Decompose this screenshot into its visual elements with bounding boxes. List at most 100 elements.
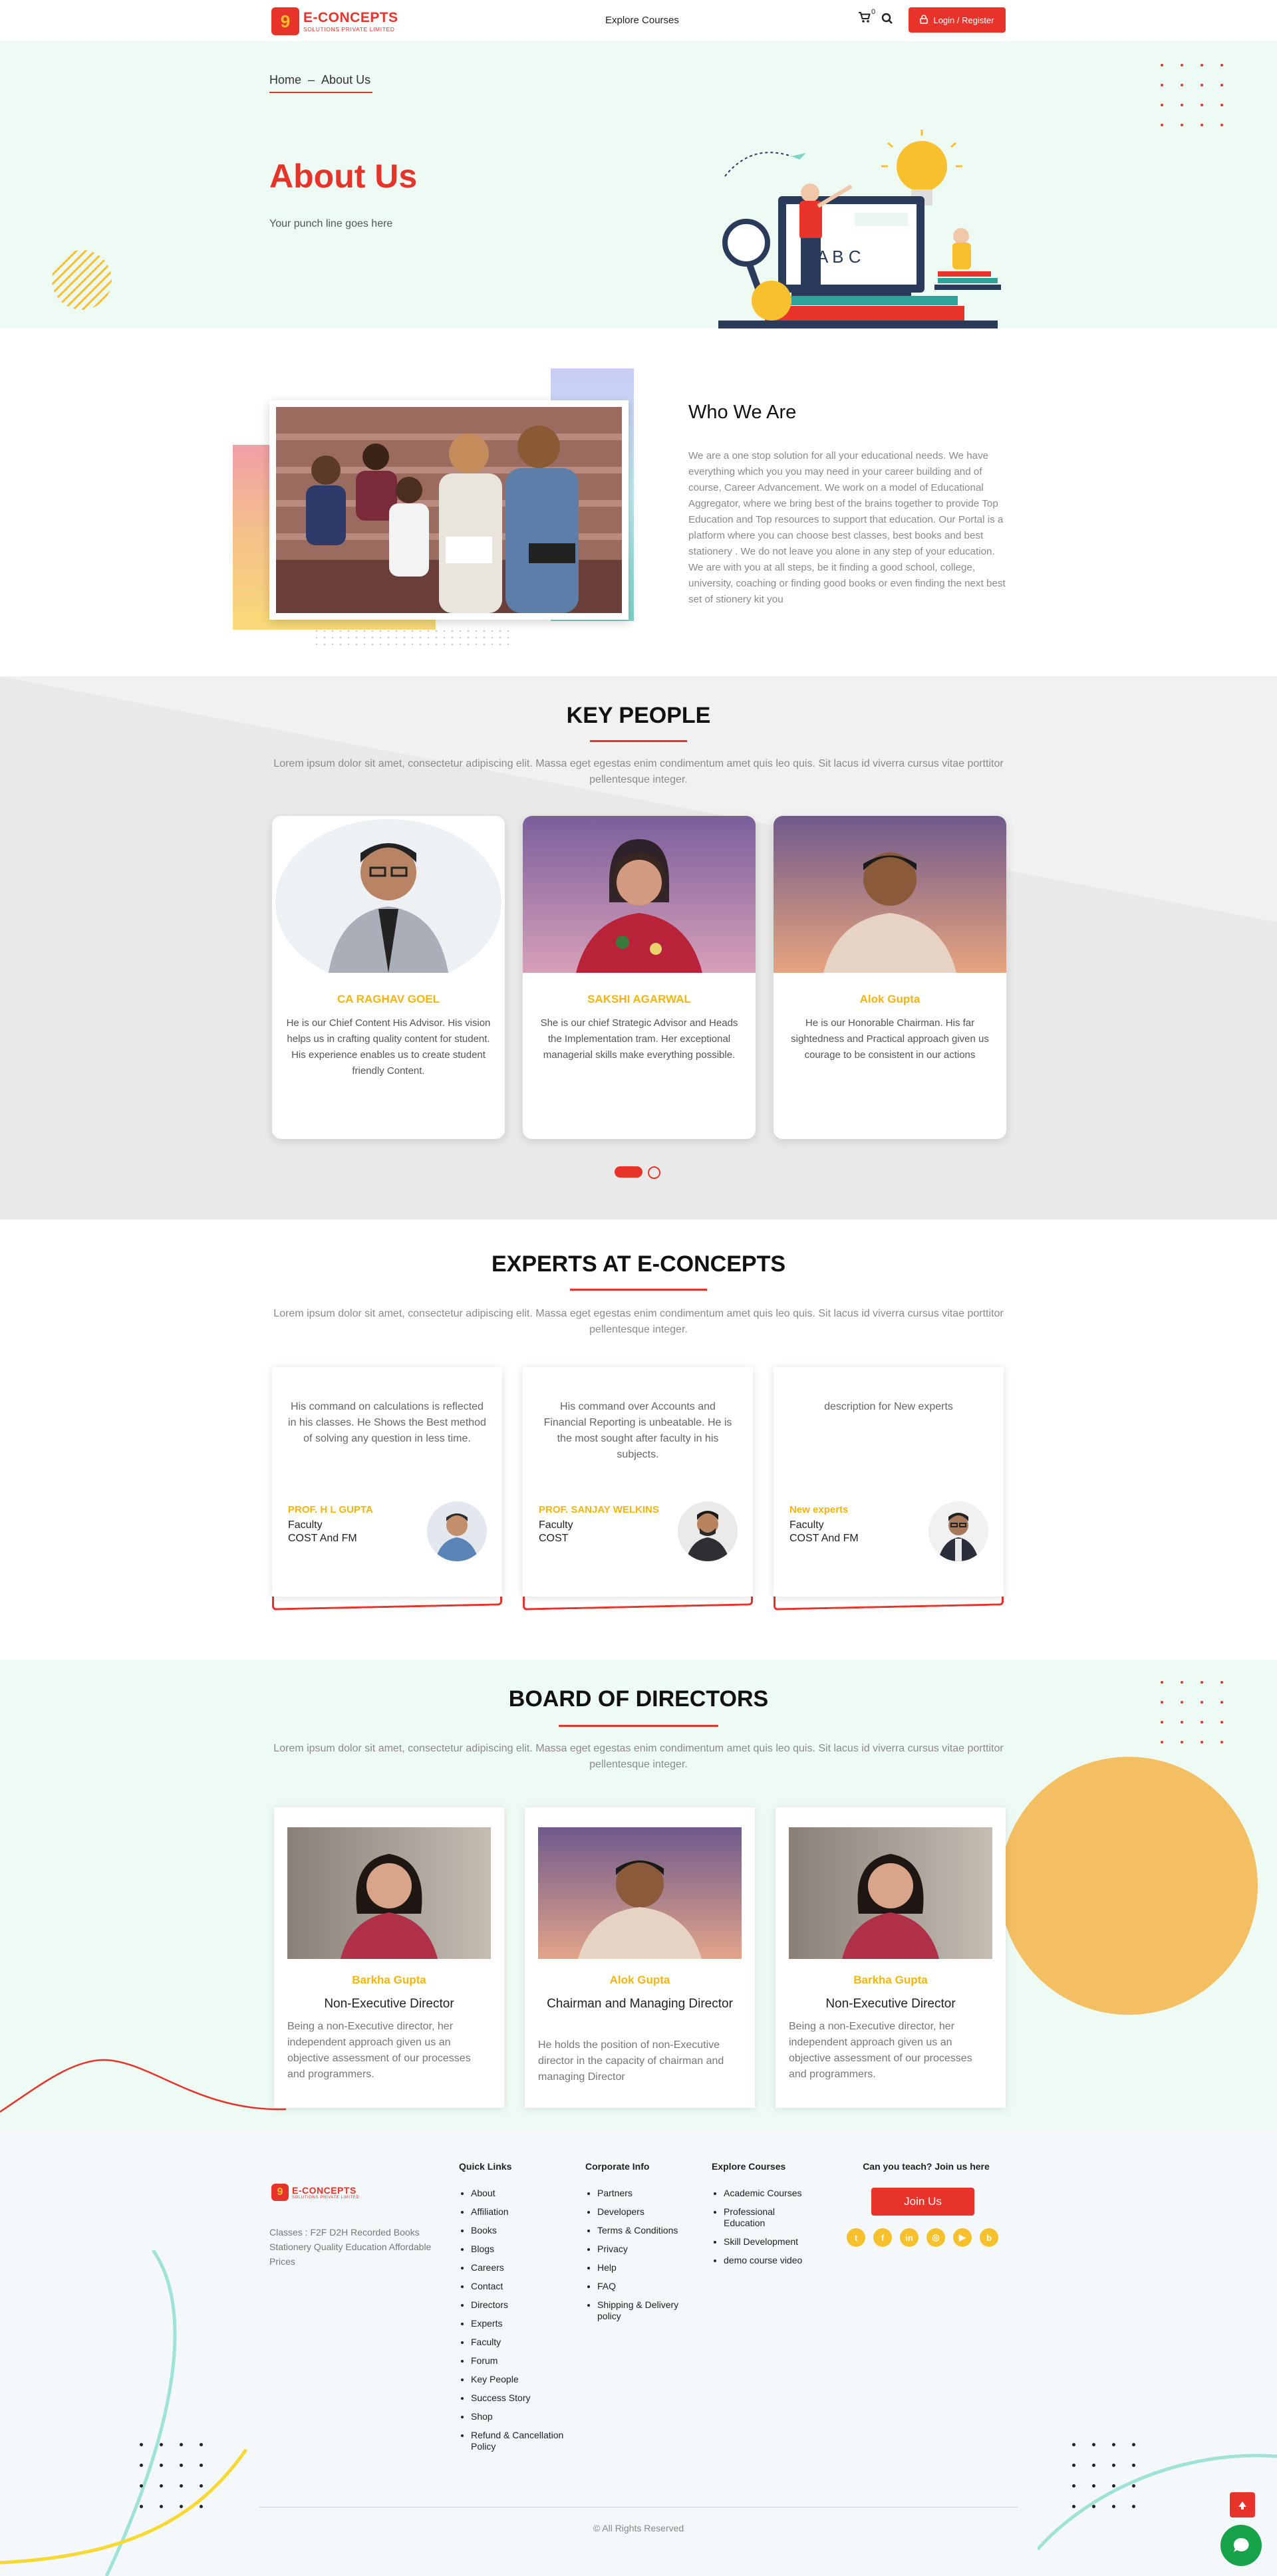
board-member-name: Barkha Gupta [853, 1974, 928, 1986]
quick-links-link[interactable]: Experts [471, 2318, 572, 2329]
yellow-circle-decoration [1000, 1757, 1258, 2015]
cart-icon[interactable] [858, 11, 873, 26]
explore-courses-link[interactable]: demo course video [724, 2255, 818, 2266]
quick-links-link[interactable]: Blogs [471, 2244, 572, 2255]
corporate-info-link[interactable]: Terms & Conditions [597, 2225, 698, 2236]
key-people-desc: Lorem ipsum dolor sit amet, consectetur … [273, 758, 1004, 785]
expert-name: PROF. H L GUPTA [288, 1504, 373, 1515]
expert-name: PROF. SANJAY WELKINS [539, 1504, 659, 1515]
board-member-photo [287, 1827, 491, 1959]
expert-role-subject: COST And FM [789, 1533, 859, 1544]
board-member-name: Barkha Gupta [352, 1974, 426, 1986]
carousel-dot[interactable] [648, 1166, 660, 1179]
who-we-are-text: We are a one stop solution for all your … [688, 450, 1006, 605]
login-register-button[interactable]: Login / Register [909, 7, 1006, 33]
quick-links-link[interactable]: Careers [471, 2262, 572, 2273]
blog-icon[interactable]: b [980, 2228, 998, 2247]
key-people-title: KEY PEOPLE [566, 703, 711, 728]
corporate-info-title: Corporate Info [585, 2161, 650, 2172]
corporate-info-link[interactable]: FAQ [597, 2281, 698, 2292]
corporate-info-link[interactable]: Help [597, 2262, 698, 2273]
key-person-name: CA RAGHAV GOEL [337, 993, 440, 1005]
footer-logo[interactable]: 9 E-CONCEPTS SOLUTIONS PRIVATE LIMITED [271, 2184, 359, 2201]
corporate-info-link[interactable]: Developers [597, 2206, 698, 2218]
key-person-desc: He is our Chief Content His Advisor. His… [286, 1017, 491, 1077]
logo-title: E-CONCEPTS [303, 10, 398, 25]
quick-links-link[interactable]: Contact [471, 2281, 572, 2292]
explore-courses-list: Academic Courses Professional Education Sk… [712, 2188, 818, 2273]
key-people-underline [590, 740, 687, 742]
linkedin-icon[interactable]: in [900, 2228, 919, 2247]
key-people-carousel: CA RAGHAV GOEL He is our Chief Content H… [272, 816, 1006, 1139]
breadcrumb-home[interactable]: Home [269, 73, 301, 87]
expert-card[interactable]: His command on calculations is reflected… [272, 1367, 502, 1613]
quick-links-link[interactable]: Refund & Cancellation Policy [471, 2430, 572, 2452]
footer-tagline: Classes : F2F D2H Recorded Books Station… [269, 2227, 432, 2267]
quick-links-link[interactable]: Directors [471, 2299, 572, 2311]
search-icon[interactable] [881, 13, 893, 28]
carousel-dot-active[interactable] [615, 1166, 642, 1178]
who-we-are-title: Who We Are [688, 402, 797, 423]
key-person-card[interactable]: SAKSHI AGARWAL She is our chief Strategi… [523, 816, 756, 1139]
scroll-to-top-button[interactable] [1230, 2492, 1255, 2517]
quick-links-link[interactable]: Affiliation [471, 2206, 572, 2218]
board-member-title: Chairman and Managing Director [547, 1997, 733, 2011]
key-person-name: Alok Gupta [859, 993, 921, 1005]
experts-underline [570, 1289, 707, 1291]
twitter-icon[interactable]: t [847, 2228, 865, 2247]
explore-courses-link[interactable]: Academic Courses [724, 2188, 818, 2199]
instagram-icon[interactable]: ◎ [926, 2228, 945, 2247]
youtube-icon[interactable]: ▶ [953, 2228, 972, 2247]
join-us-button[interactable]: Join Us [871, 2188, 974, 2216]
key-person-photo [774, 816, 1006, 973]
chat-button[interactable] [1220, 2525, 1262, 2566]
gradient-block-left [233, 445, 271, 630]
key-person-name: SAKSHI AGARWAL [587, 993, 691, 1005]
experts-desc: Lorem ipsum dolor sit amet, consectetur … [273, 1308, 1004, 1335]
board-member-card[interactable]: Barkha Gupta Non-Executive Director Bein… [274, 1807, 504, 2108]
experts-title: EXPERTS AT E-CONCEPTS [491, 1251, 786, 1277]
expert-role: Faculty COST [539, 1519, 573, 1545]
quick-links-link[interactable]: About [471, 2188, 572, 2199]
expert-name: New experts [789, 1504, 849, 1515]
expert-desc: His command over Accounts and Financial … [543, 1401, 732, 1460]
corporate-info-link[interactable]: Privacy [597, 2244, 698, 2255]
expert-role-subject: COST [539, 1533, 569, 1544]
key-person-photo [523, 816, 756, 973]
board-desc: Lorem ipsum dolor sit amet, consectetur … [273, 1743, 1004, 1770]
quick-links-link[interactable]: Success Story [471, 2392, 572, 2404]
who-we-are-section: Who We Are We are a one stop solution fo… [0, 328, 1277, 676]
board-member-photo [538, 1827, 742, 1959]
expert-card[interactable]: His command over Accounts and Financial … [523, 1367, 753, 1613]
logo[interactable]: 9 E-CONCEPTS SOLUTIONS PRIVATE LIMITED [271, 7, 398, 35]
corporate-info-link[interactable]: Partners [597, 2188, 698, 2199]
breadcrumb-current: About Us [321, 73, 371, 86]
explore-courses-link[interactable]: Professional Education [724, 2206, 818, 2229]
expert-role-title: Faculty [288, 1519, 323, 1531]
corporate-info-link[interactable]: Shipping & Delivery policy [597, 2299, 698, 2322]
explore-courses-link[interactable]: Skill Development [724, 2236, 818, 2248]
quick-links-link[interactable]: Forum [471, 2355, 572, 2367]
expert-role-title: Faculty [539, 1519, 573, 1531]
expert-card[interactable]: description for New experts New experts … [774, 1367, 1004, 1613]
board-underline [559, 1725, 718, 1727]
board-member-card[interactable]: Barkha Gupta Non-Executive Director Bein… [776, 1807, 1006, 2108]
facebook-icon[interactable]: f [873, 2228, 892, 2247]
quick-links-link[interactable]: Key People [471, 2374, 572, 2385]
key-person-card[interactable]: Alok Gupta He is our Honorable Chairman.… [774, 816, 1006, 1139]
teach-title: Can you teach? Join us here [863, 2161, 990, 2172]
punch-line: Your punch line goes here [269, 218, 393, 229]
expert-role-title: Faculty [789, 1519, 824, 1531]
key-person-card[interactable]: CA RAGHAV GOEL He is our Chief Content H… [272, 816, 505, 1139]
expert-role: Faculty COST And FM [789, 1519, 859, 1545]
dot-pattern-decoration [313, 628, 512, 645]
board-member-name: Alok Gupta [609, 1974, 670, 1986]
expert-role: Faculty COST And FM [288, 1519, 357, 1545]
board-member-title: Non-Executive Director [825, 1997, 956, 2011]
nav-explore-courses[interactable]: Explore Courses [605, 15, 679, 26]
board-member-card[interactable]: Alok Gupta Chairman and Managing Directo… [525, 1807, 755, 2108]
quick-links-link[interactable]: Faculty [471, 2337, 572, 2348]
quick-links-link[interactable]: Shop [471, 2411, 572, 2422]
quick-links-link[interactable]: Books [471, 2225, 572, 2236]
dot-grid-decoration [1161, 64, 1223, 126]
